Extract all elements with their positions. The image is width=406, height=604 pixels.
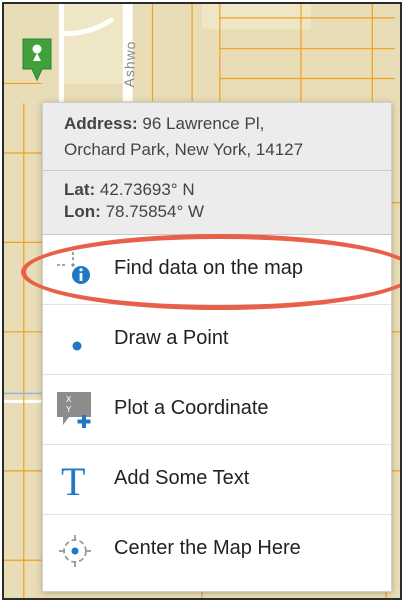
latitude-row: Lat: 42.73693° N xyxy=(64,179,391,201)
crosshair-center-icon xyxy=(59,535,91,567)
text-t-icon: T xyxy=(61,459,85,499)
longitude-row: Lon: 78.75854° W xyxy=(64,201,391,223)
svg-text:T: T xyxy=(61,459,85,499)
svg-text:Y: Y xyxy=(66,405,72,415)
menu-item-label: Center the Map Here xyxy=(114,537,301,559)
point-dot-icon xyxy=(72,341,82,351)
screenshot-frame: Ashwo Address: 96 Lawrence Pl, Orchard P… xyxy=(2,2,402,600)
address-section: Address: 96 Lawrence Pl, Orchard Park, N… xyxy=(43,103,391,171)
menu-item-label: Find data on the map xyxy=(114,257,304,279)
menu-item-label: Add Some Text xyxy=(114,467,250,489)
menu-item-find-data[interactable]: Find data on the map xyxy=(43,235,391,305)
location-marker-icon[interactable] xyxy=(22,38,52,82)
lat-value: 42.73693° N xyxy=(99,180,195,199)
lon-label: Lon: xyxy=(64,202,101,221)
identify-info-icon xyxy=(57,252,90,284)
street-label: Ashwo xyxy=(121,40,139,87)
menu-item-plot-coordinate[interactable]: X Y Plot a Coordinate xyxy=(43,375,391,445)
lat-label: Lat: xyxy=(64,180,96,199)
plot-coordinate-icon: X Y xyxy=(57,392,91,428)
address-value-line1: 96 Lawrence Pl, xyxy=(142,114,265,133)
address-label: Address: xyxy=(64,114,138,133)
address-line-1: Address: 96 Lawrence Pl, xyxy=(64,111,391,137)
address-value-line2: Orchard Park, New York, 14127 xyxy=(64,140,304,159)
svg-text:X: X xyxy=(66,395,72,405)
menu-item-label: Draw a Point xyxy=(114,327,229,349)
map-context-popup: Address: 96 Lawrence Pl, Orchard Park, N… xyxy=(42,102,392,592)
coordinates-section: Lat: 42.73693° N Lon: 78.75854° W xyxy=(43,171,391,235)
menu-item-label: Plot a Coordinate xyxy=(114,397,269,419)
lon-value: 78.75854° W xyxy=(105,202,205,221)
menu-item-draw-point[interactable]: Draw a Point xyxy=(43,305,391,375)
menu-item-add-text[interactable]: T Add Some Text xyxy=(43,445,391,515)
menu-item-center-map[interactable]: Center the Map Here xyxy=(43,515,391,585)
